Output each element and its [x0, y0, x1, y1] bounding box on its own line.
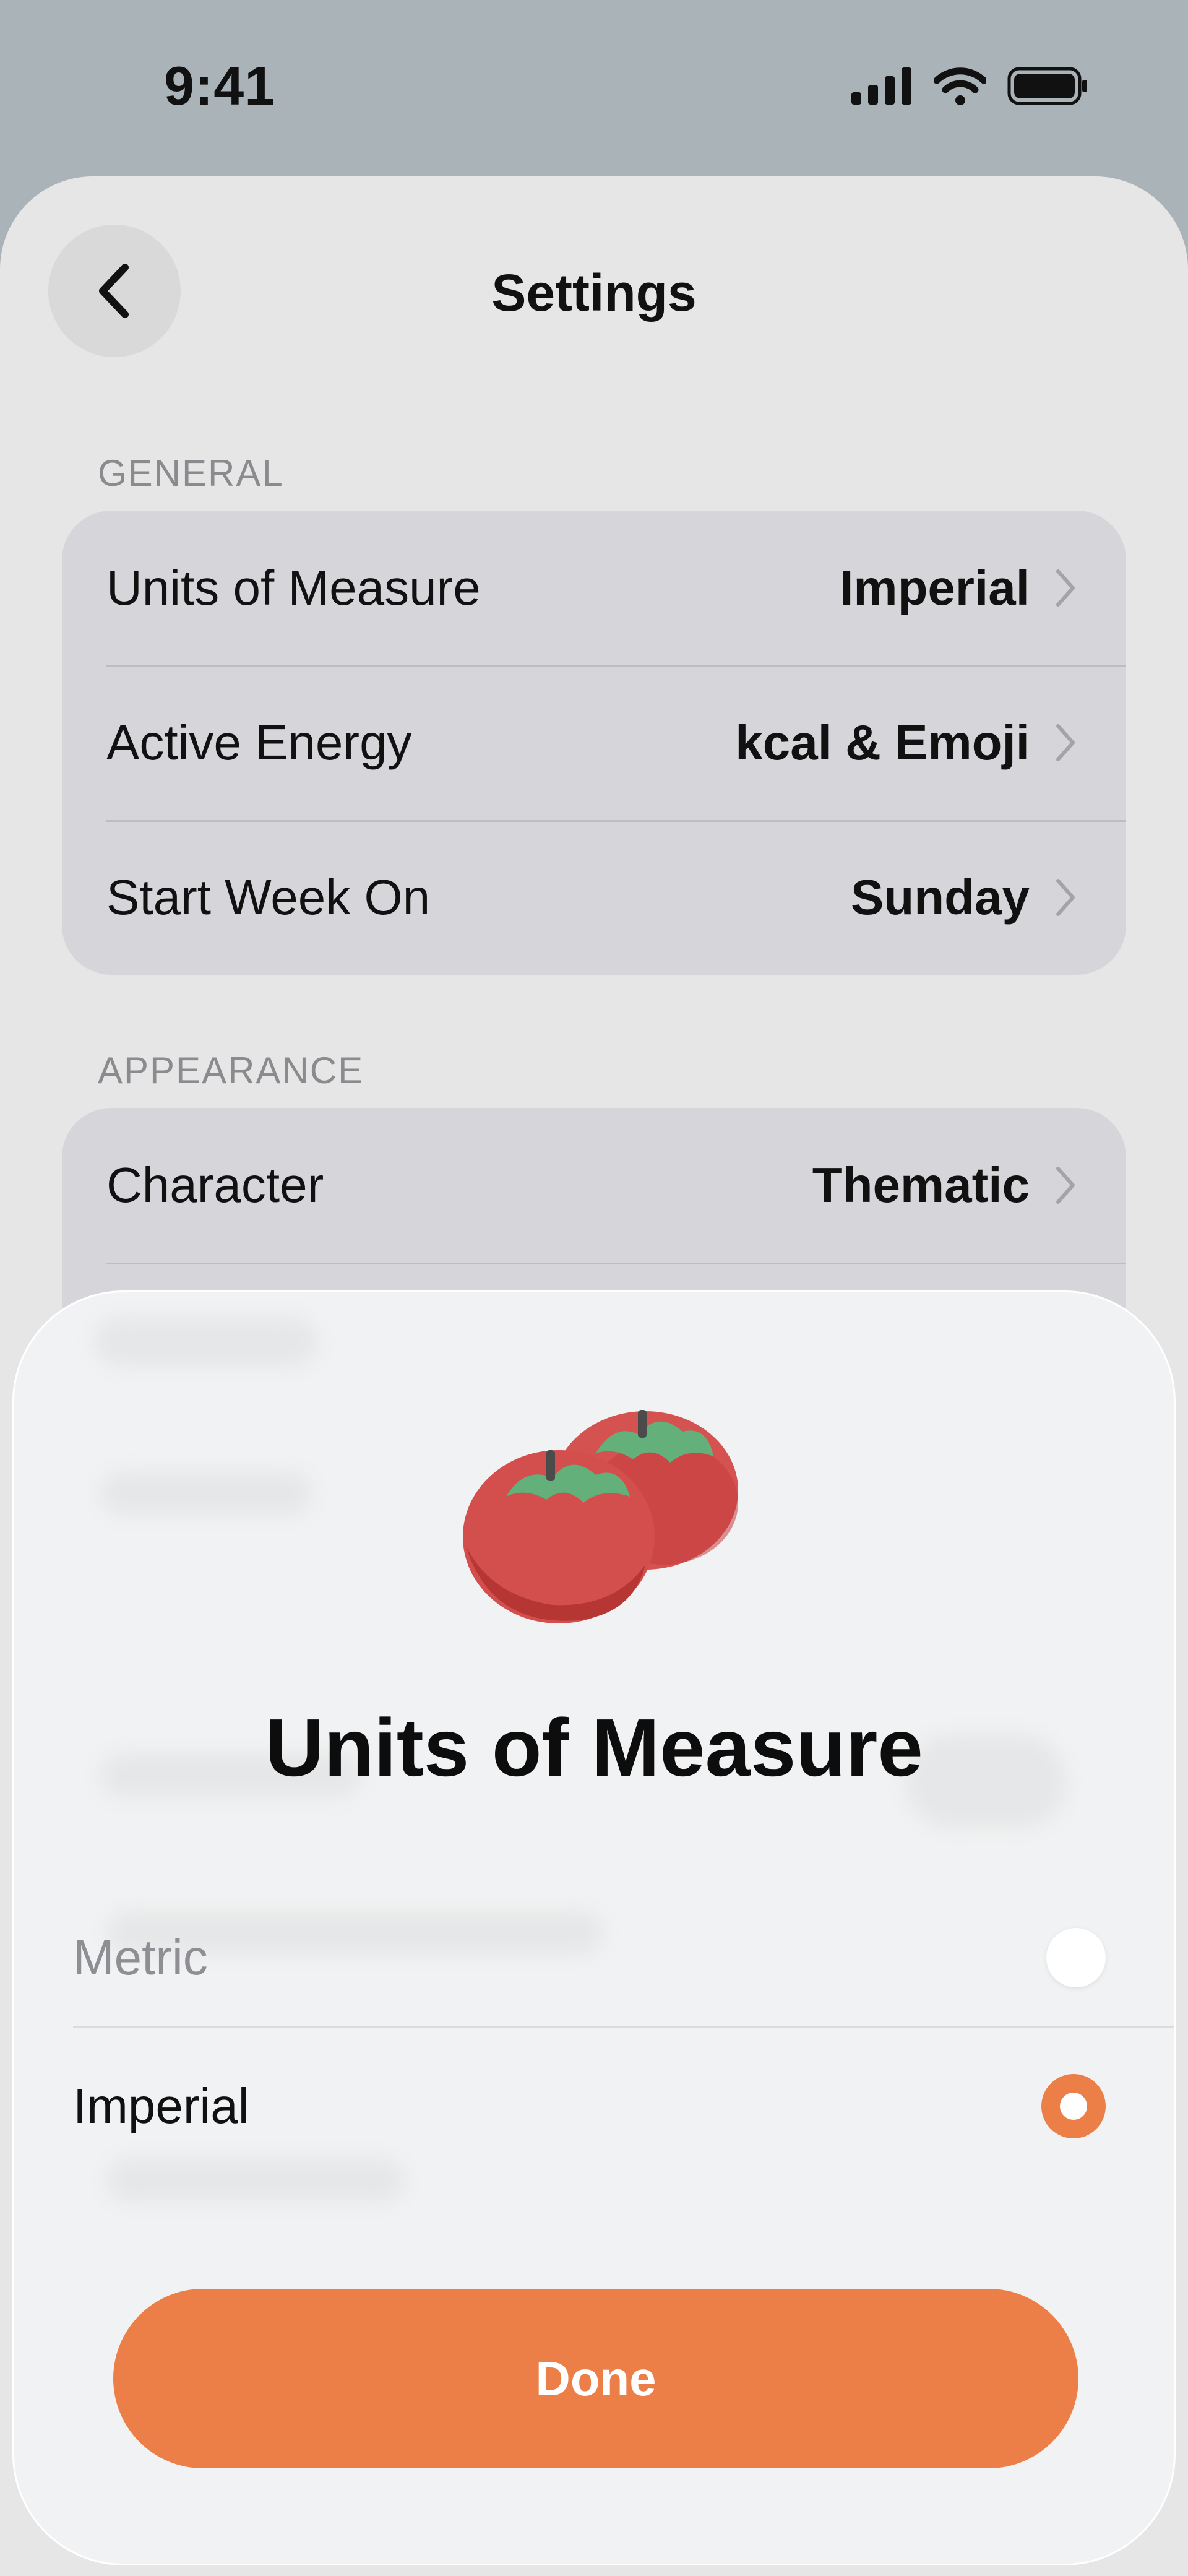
chevron-right-icon — [1056, 879, 1075, 916]
radio-unselected[interactable] — [1046, 1928, 1106, 1987]
option-divider — [73, 2026, 1174, 2028]
settings-row-units[interactable]: Units of Measure Imperial — [62, 511, 1126, 665]
units-modal: Units of Measure Metric Imperial Done — [12, 1290, 1176, 2565]
row-value: Thematic — [812, 1157, 1030, 1212]
status-time: 9:41 — [164, 55, 276, 116]
row-label: Active Energy — [106, 715, 412, 770]
wifi-icon — [934, 67, 986, 105]
settings-row-active-energy[interactable]: Active Energy kcal & Emoji — [62, 665, 1126, 820]
row-label: Start Week On — [106, 870, 431, 925]
settings-row-character[interactable]: Character Thematic — [62, 1108, 1126, 1263]
option-label: Imperial — [73, 2078, 249, 2133]
status-bar: 9:41 — [0, 0, 1188, 176]
option-imperial[interactable]: Imperial — [73, 2032, 1174, 2181]
ghost-shape — [101, 1472, 311, 1515]
row-label: Units of Measure — [106, 560, 481, 615]
chevron-right-icon — [1056, 1167, 1075, 1204]
general-group: Units of Measure Imperial Active Energy … — [62, 511, 1126, 975]
section-label-general: GENERAL — [98, 452, 284, 494]
modal-title: Units of Measure — [265, 1702, 923, 1793]
chevron-right-icon — [1056, 724, 1075, 761]
page-title: Settings — [491, 264, 697, 322]
row-value: Sunday — [851, 870, 1030, 925]
status-icons — [851, 67, 1089, 105]
chevron-right-icon — [1056, 569, 1075, 607]
row-label: Character — [106, 1157, 324, 1212]
done-button[interactable]: Done — [113, 2289, 1078, 2468]
option-label: Metric — [73, 1930, 208, 1985]
battery-icon — [1007, 67, 1087, 105]
row-value: kcal & Emoji — [735, 715, 1030, 770]
option-metric[interactable]: Metric — [73, 1883, 1174, 2032]
radio-selected[interactable] — [1041, 2074, 1106, 2138]
section-label-appearance: APPEARANCE — [98, 1050, 364, 1091]
tomato-icon — [463, 1410, 738, 1623]
row-value: Imperial — [840, 560, 1030, 615]
cellular-signal-icon — [851, 67, 911, 105]
ghost-shape — [95, 1317, 317, 1367]
settings-row-start-week[interactable]: Start Week On Sunday — [62, 820, 1126, 975]
